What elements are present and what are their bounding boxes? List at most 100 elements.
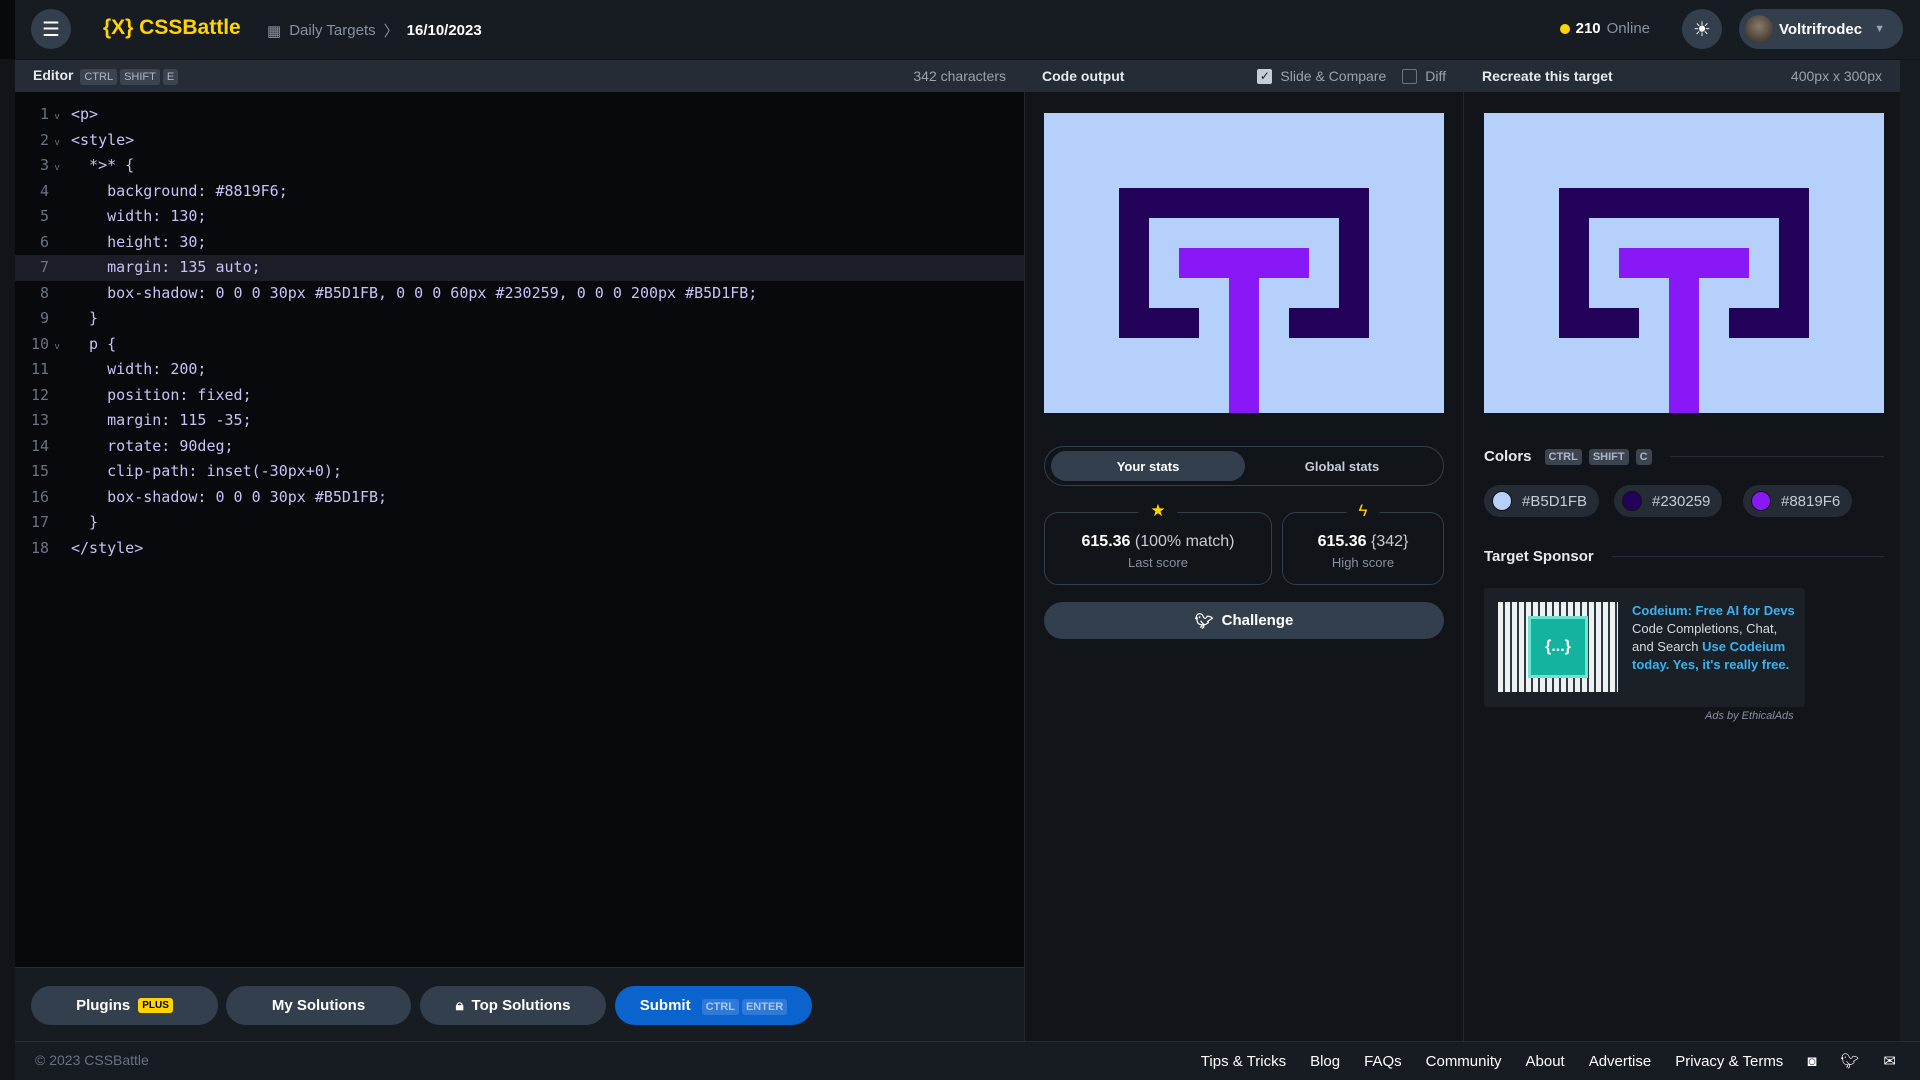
mail-icon[interactable]: ✉ <box>1883 1052 1896 1070</box>
kbd: SHIFT <box>1588 448 1629 465</box>
bolt-icon: ϟ <box>1346 501 1380 521</box>
code-line[interactable]: 15 clip-path: inset(-30px+0); <box>15 459 1024 485</box>
footer-links: Tips & Tricks Blog FAQs Community About Adver… <box>1201 1052 1896 1071</box>
line-number: 15 <box>30 462 49 480</box>
submit-label: Submit <box>639 997 691 1014</box>
color-chip[interactable]: #8819F6 <box>1743 485 1853 517</box>
code-text: clip-path: inset(-30px+0); <box>71 462 342 480</box>
code-text: margin: 135 auto; <box>71 258 261 276</box>
swatch-icon <box>1751 491 1771 511</box>
tab-your-stats[interactable]: Your stats <box>1051 451 1245 481</box>
code-line[interactable]: 9 } <box>15 306 1024 332</box>
chevron-right-icon: 〉 <box>383 23 399 40</box>
footer-link[interactable]: Advertise <box>1589 1053 1652 1070</box>
menu-button[interactable]: ☰ <box>31 9 71 49</box>
code-text: box-shadow: 0 0 0 30px #B5D1FB, 0 0 0 60… <box>71 283 758 302</box>
submit-button[interactable]: Submit CTRL ENTER <box>615 986 812 1025</box>
code-line[interactable]: 6 height: 30; <box>15 230 1024 256</box>
code-line[interactable]: 4 background: #8819F6; <box>15 179 1024 205</box>
code-line[interactable]: 16 box-shadow: 0 0 0 30px #B5D1FB; <box>15 485 1024 511</box>
code-line[interactable]: 5 width: 130; <box>15 204 1024 230</box>
code-line[interactable]: 17 } <box>15 510 1024 536</box>
username: Voltrifrodec <box>1779 20 1863 38</box>
diff-checkbox[interactable] <box>1402 68 1418 84</box>
editor-title: Editor <box>33 67 74 83</box>
discord-icon[interactable]: ◙ <box>1807 1053 1816 1070</box>
my-solutions-button[interactable]: My Solutions <box>226 986 411 1025</box>
high-score-label: High score <box>1331 555 1395 570</box>
code-line[interactable]: 13 margin: 115 -35; <box>15 408 1024 434</box>
line-number: 14 <box>30 436 49 455</box>
line-number: 9 <box>39 309 49 327</box>
color-hex: #8819F6 <box>1781 492 1841 510</box>
online-status: 210 Online <box>1559 20 1650 37</box>
sun-icon: ☀ <box>1693 18 1711 41</box>
code-line[interactable]: 2 v <style> <box>15 128 1024 154</box>
tab-global-stats[interactable]: Global stats <box>1245 451 1439 481</box>
logo[interactable]: {X} CSSBattle <box>103 16 241 40</box>
plugins-button[interactable]: Plugins PLUS <box>31 986 218 1025</box>
sponsor-section-header: Target Sponsor <box>1484 548 1884 565</box>
theme-toggle-button[interactable]: ☀ <box>1682 9 1722 49</box>
line-number: 7 <box>39 258 49 276</box>
twitter-icon[interactable]: 🐦︎ <box>1840 1052 1859 1070</box>
editor-header: Editor CTRL SHIFT E 342 characters <box>15 60 1024 92</box>
footer-link[interactable]: FAQs <box>1364 1053 1402 1070</box>
color-chip[interactable]: #230259 <box>1614 485 1723 517</box>
kbd: E <box>162 69 179 85</box>
code-line[interactable]: 18 </style> <box>15 536 1024 562</box>
footer-link[interactable]: About <box>1526 1053 1565 1070</box>
line-number: 13 <box>30 411 49 429</box>
online-label: Online <box>1606 20 1650 37</box>
slide-compare-checkbox[interactable]: ✓ <box>1257 68 1273 84</box>
lock-icon: 🔒︎ <box>455 997 464 1014</box>
code-text: margin: 115 -35; <box>71 411 252 429</box>
slide-compare-label[interactable]: Slide & Compare <box>1280 68 1386 84</box>
code-line[interactable]: 10 v p { <box>15 332 1024 358</box>
swatch-icon <box>1492 491 1512 511</box>
code-line[interactable]: 7 margin: 135 auto; <box>15 255 1024 281</box>
code-output-preview[interactable] <box>1044 113 1444 413</box>
ad-text[interactable]: Codeium: Free AI for Devs Code Completio… <box>1632 602 1797 674</box>
challenge-button[interactable]: 🐦︎ Challenge <box>1044 602 1444 639</box>
my-solutions-label: My Solutions <box>271 997 366 1014</box>
plus-badge: PLUS <box>138 998 173 1013</box>
ads-by-link[interactable]: Ads by EthicalAds <box>1705 710 1794 722</box>
line-number: 12 <box>30 385 49 404</box>
target-size: 400px x 300px <box>1790 68 1882 84</box>
code-text: } <box>71 513 99 531</box>
page-scrollbar[interactable] <box>1900 60 1920 1041</box>
code-line[interactable]: 1 v <p> <box>15 102 1024 128</box>
code-line[interactable]: 12 position: fixed; <box>15 383 1024 409</box>
star-icon: ★ <box>1138 501 1178 521</box>
code-line[interactable]: 11 width: 200; <box>15 357 1024 383</box>
code-line[interactable]: 8 box-shadow: 0 0 0 30px #B5D1FB, 0 0 0 … <box>15 281 1024 307</box>
breadcrumb-daily-targets[interactable]: Daily Targets <box>289 22 375 39</box>
user-menu[interactable]: Voltrifrodec ▼ <box>1739 9 1903 49</box>
last-score: 615.36 <box>1081 533 1131 550</box>
kbd: CTRL <box>701 998 739 1015</box>
code-line[interactable]: 14 rotate: 90deg; <box>15 434 1024 460</box>
code-text: <style> <box>71 130 135 149</box>
color-chip[interactable]: #B5D1FB <box>1484 485 1600 517</box>
kbd: SHIFT <box>120 69 160 85</box>
footer-link[interactable]: Community <box>1426 1053 1502 1070</box>
colors-section-header: Colors CTRL SHIFT C <box>1484 448 1884 465</box>
swatch-icon <box>1622 491 1642 511</box>
code-text: height: 30; <box>71 232 207 251</box>
divider <box>1669 456 1884 457</box>
line-number: 16 <box>30 487 49 506</box>
footer-link[interactable]: Tips & Tricks <box>1201 1053 1286 1070</box>
code-line[interactable]: 3 v *>* { <box>15 153 1024 179</box>
footer-link[interactable]: Privacy & Terms <box>1675 1053 1783 1070</box>
breadcrumb: ▦ Daily Targets 〉 16/10/2023 <box>267 20 482 41</box>
color-hex: #230259 <box>1652 492 1711 510</box>
footer-link[interactable]: Blog <box>1310 1053 1340 1070</box>
diff-label[interactable]: Diff <box>1425 68 1446 84</box>
code-editor[interactable]: 1 v <p> 2 v <style> 3 v *>* {4 background: #… <box>15 92 1024 967</box>
sponsor-ad[interactable]: {...} Codeium: Free AI for Devs Code Com… <box>1484 588 1805 707</box>
high-chars: {342} <box>1371 533 1409 550</box>
kbd: CTRL <box>1544 448 1582 465</box>
top-solutions-button[interactable]: 🔒︎ Top Solutions <box>420 986 606 1025</box>
top-solutions-label: Top Solutions <box>471 997 571 1014</box>
